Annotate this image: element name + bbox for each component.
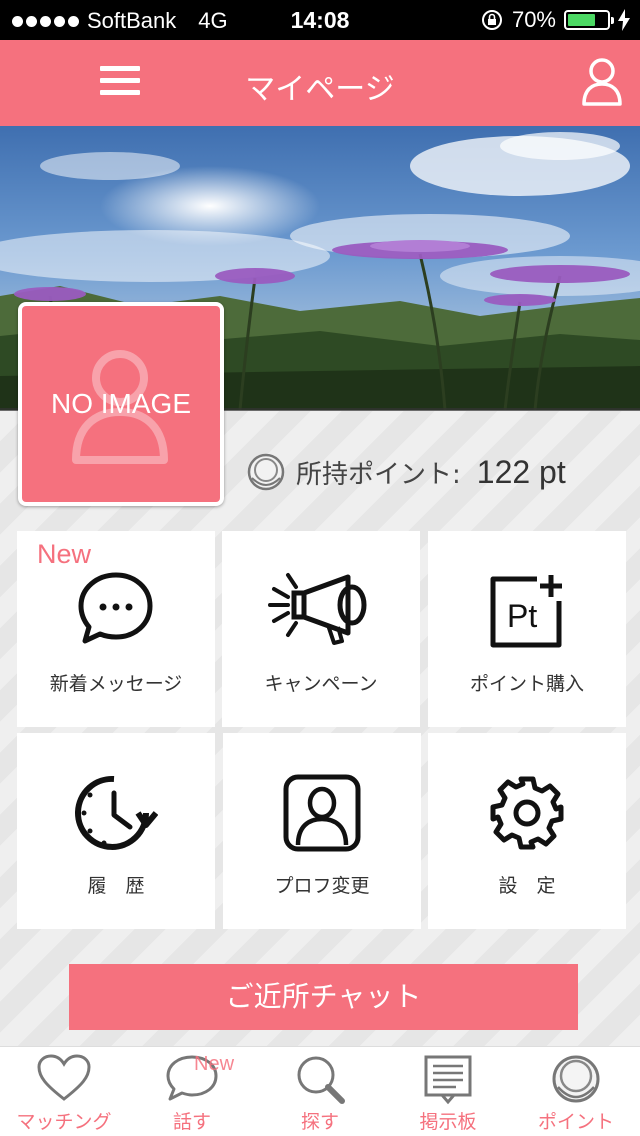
tile-label: 新着メッセージ <box>49 673 183 695</box>
tab-label: ポイント <box>537 1111 614 1133</box>
tab-bar: マッチング New 話す 探す 掲示板 ポイント <box>0 1046 640 1136</box>
content-background <box>0 411 640 1046</box>
tab-points[interactable]: ポイント <box>512 1047 640 1136</box>
tab-bulletin-board[interactable]: 掲示板 <box>384 1047 512 1136</box>
user-icon[interactable] <box>580 56 624 108</box>
megaphone-icon <box>268 573 367 645</box>
tile-new-messages[interactable]: New 新着メッセージ <box>17 531 215 727</box>
coin-icon <box>247 453 285 491</box>
battery-percent: 70% <box>511 7 556 32</box>
new-badge: New <box>194 1053 235 1075</box>
tab-talk[interactable]: New 話す <box>128 1047 256 1136</box>
rotation-lock-icon <box>481 10 502 30</box>
svg-text:Pt: Pt <box>507 598 537 634</box>
status-bar-right: 70% <box>480 7 630 33</box>
gear-icon <box>490 776 564 850</box>
tile-point-purchase[interactable]: Pt ポイント購入 <box>428 531 626 727</box>
points-display: 所持ポイント: 122 pt <box>246 452 566 492</box>
heart-icon <box>37 1054 91 1101</box>
tile-campaign[interactable]: キャンペーン <box>222 531 420 727</box>
tile-label: 履 歴 <box>87 875 145 897</box>
points-value: 122 pt <box>476 453 566 490</box>
tab-matching[interactable]: マッチング <box>0 1047 128 1136</box>
tile-settings[interactable]: 設 定 <box>428 733 626 929</box>
tile-profile-edit[interactable]: プロフ変更 <box>223 733 421 929</box>
page-title: マイページ <box>245 72 395 107</box>
points-label: 所持ポイント: <box>296 459 461 490</box>
status-bar: SoftBank 4G 14:08 70% <box>0 0 640 40</box>
tab-label: マッチング <box>16 1111 112 1133</box>
bulletin-board-icon <box>424 1055 472 1105</box>
history-clock-icon <box>75 775 158 850</box>
profile-edit-icon <box>283 774 361 852</box>
tile-label: 設 定 <box>498 875 556 897</box>
profile-photo[interactable]: NO IMAGE <box>18 302 224 506</box>
neighborhood-chat-button[interactable]: ご近所チャット <box>69 964 578 1030</box>
tab-label: 掲示板 <box>419 1111 477 1133</box>
coin-icon <box>552 1055 600 1103</box>
tab-label: 話す <box>172 1111 211 1133</box>
tile-label: キャンペーン <box>264 673 378 695</box>
tab-label: 探す <box>300 1111 339 1133</box>
point-purchase-icon: Pt <box>490 575 562 648</box>
tile-label: プロフ変更 <box>274 875 370 897</box>
tile-label: ポイント購入 <box>469 673 584 695</box>
tile-history[interactable]: 履 歴 <box>17 733 215 929</box>
new-badge: New <box>37 539 92 569</box>
battery-icon <box>564 10 614 30</box>
nav-bar: マイページ <box>0 40 640 126</box>
no-image-label: NO IMAGE <box>50 388 191 419</box>
chat-bubble-icon <box>78 572 153 644</box>
search-icon <box>297 1056 345 1104</box>
tab-search[interactable]: 探す <box>256 1047 384 1136</box>
charging-bolt-icon <box>618 9 630 31</box>
